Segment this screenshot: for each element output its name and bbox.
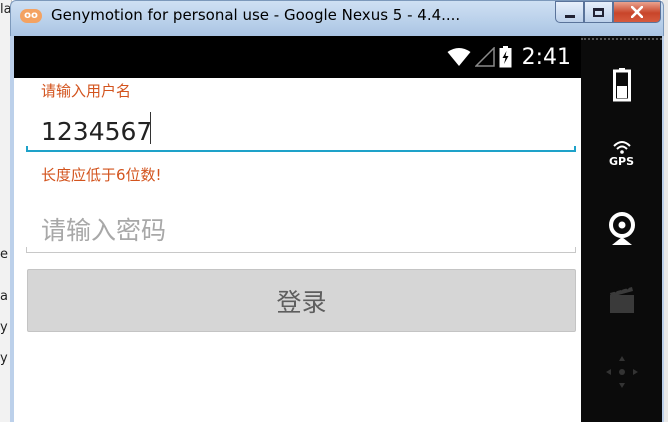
gps-tool-icon (612, 141, 631, 154)
username-field[interactable] (27, 108, 576, 154)
username-underline (26, 146, 576, 152)
battery-tool-icon (612, 68, 631, 102)
gps-tool-button[interactable]: GPS (581, 140, 662, 168)
window-caption-buttons (555, 1, 661, 23)
gps-tool-label: GPS (608, 155, 634, 168)
signal-icon (474, 47, 495, 67)
background-text-fragment: a (0, 289, 8, 304)
screen: la e a y y oo Genymotion for personal us… (0, 0, 668, 422)
android-status-bar: 2:41 (14, 36, 581, 78)
clapperboard-tool-icon (609, 284, 634, 313)
window-title-bar[interactable]: oo Genymotion for personal use - Google … (10, 0, 664, 36)
status-clock: 2:41 (521, 44, 571, 70)
login-button[interactable]: 登录 (27, 269, 576, 332)
maximize-button[interactable] (584, 1, 613, 23)
window-title: Genymotion for personal use - Google Nex… (51, 6, 461, 24)
toolbar-drag-handle[interactable] (581, 38, 662, 41)
dpad-tool-icon (605, 356, 638, 388)
background-text-fragment: y (0, 351, 8, 366)
background-text-fragment: y (0, 320, 8, 335)
minimize-icon (564, 14, 575, 18)
login-screen: 请输入用户名 长度应低于6位数! 登录 (14, 78, 581, 422)
minimize-button[interactable] (555, 1, 584, 23)
wifi-icon (447, 48, 471, 66)
genymotion-app-icon: oo (20, 9, 42, 23)
close-button[interactable] (613, 1, 661, 23)
camera-tool-icon (608, 212, 635, 245)
capture-tool-button[interactable] (581, 284, 662, 314)
close-icon (631, 6, 643, 18)
camera-tool-button[interactable] (581, 212, 662, 246)
battery-icon (499, 46, 512, 68)
password-field[interactable] (27, 208, 576, 252)
battery-tool-button[interactable] (581, 68, 662, 102)
window-frame-right (662, 36, 664, 422)
maximize-icon (593, 7, 604, 17)
username-error-message: 长度应低于6位数! (41, 166, 162, 184)
text-cursor (150, 112, 151, 144)
dpad-tool-button[interactable] (581, 354, 662, 390)
status-icons: 2:41 (447, 44, 571, 70)
username-floating-label: 请输入用户名 (41, 82, 132, 100)
genymotion-toolbar: GPS (581, 36, 662, 422)
background-text-fragment: e (0, 247, 8, 262)
password-underline (26, 247, 576, 253)
